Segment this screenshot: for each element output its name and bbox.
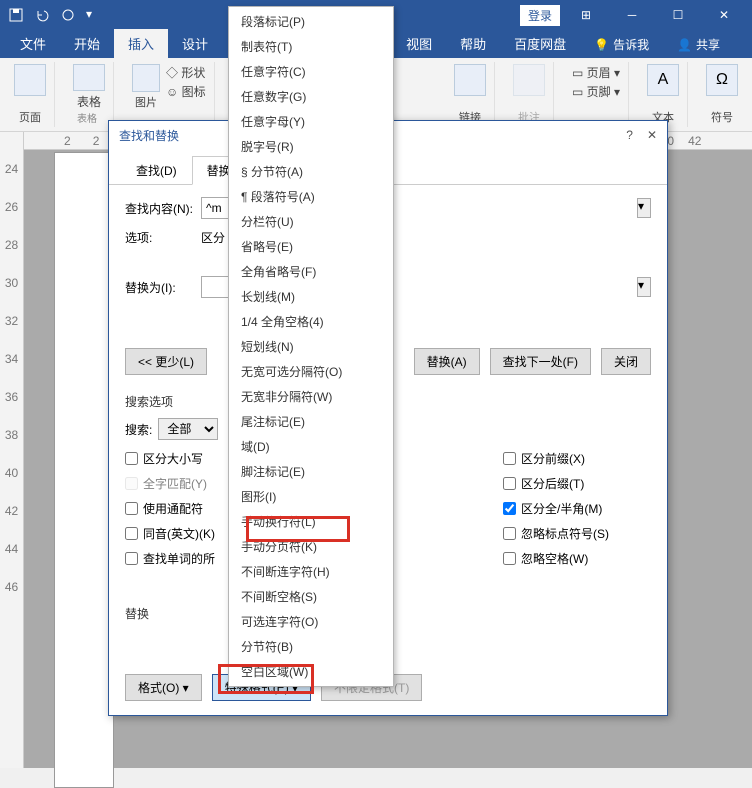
chk-ignore-punct[interactable]: 忽略标点符号(S) — [503, 525, 651, 542]
replace-with-label: 替换为(I): — [125, 279, 195, 296]
tab-tell-me[interactable]: 💡告诉我 — [580, 31, 663, 58]
tab-design[interactable]: 设计 — [168, 29, 222, 58]
menu-item-8[interactable]: 分栏符(U) — [229, 209, 393, 234]
bulb-icon: 💡 — [594, 38, 609, 52]
menu-item-23[interactable]: 不间断空格(S) — [229, 584, 393, 609]
redo-icon[interactable] — [60, 7, 76, 23]
menu-item-24[interactable]: 可选连字符(O) — [229, 609, 393, 634]
picture-icon[interactable] — [132, 64, 160, 92]
menu-item-1[interactable]: 制表符(T) — [229, 34, 393, 59]
document-page[interactable] — [54, 152, 114, 788]
format-button[interactable]: 格式(O) ▾ — [125, 674, 202, 701]
menu-item-15[interactable]: 无宽非分隔符(W) — [229, 384, 393, 409]
tab-share[interactable]: 👤共享 — [663, 31, 734, 58]
page-icon — [14, 64, 46, 96]
menu-item-2[interactable]: 任意字符(C) — [229, 59, 393, 84]
login-button[interactable]: 登录 — [520, 5, 560, 26]
options-label: 选项: — [125, 229, 195, 246]
vertical-ruler: 24262830 32343638 40424446 — [0, 132, 24, 768]
ribbon-options-icon[interactable]: ⊞ — [566, 1, 606, 29]
dialog-title: 查找和替换 — [119, 127, 179, 144]
minimize-icon[interactable]: ─ — [612, 1, 652, 29]
menu-item-17[interactable]: 域(D) — [229, 434, 393, 459]
tab-insert[interactable]: 插入 — [114, 29, 168, 58]
menu-item-5[interactable]: 脱字号(R) — [229, 134, 393, 159]
menu-item-13[interactable]: 短划线(N) — [229, 334, 393, 359]
ribbon-group-page[interactable]: 页面 — [6, 62, 55, 127]
link-icon — [454, 64, 486, 96]
close-icon[interactable]: ✕ — [704, 1, 744, 29]
menu-item-4[interactable]: 任意字母(Y) — [229, 109, 393, 134]
ribbon-group-headerfooter: ▭ 页眉 ▾ ▭ 页脚 ▾ — [564, 62, 629, 127]
ribbon-group-link[interactable]: 链接 — [446, 62, 495, 127]
dialog-help-icon[interactable]: ? — [626, 128, 633, 142]
ribbon-group-illust: 图片 ◇ 形状 ☺ 图标 — [124, 62, 215, 127]
ribbon-group-symbol[interactable]: Ω符号 — [698, 62, 746, 127]
menu-item-11[interactable]: 长划线(M) — [229, 284, 393, 309]
menu-item-10[interactable]: 全角省略号(F) — [229, 259, 393, 284]
text-icon: A — [647, 64, 679, 96]
menu-item-6[interactable]: § 分节符(A) — [229, 159, 393, 184]
menu-item-16[interactable]: 尾注标记(E) — [229, 409, 393, 434]
tab-file[interactable]: 文件 — [6, 29, 60, 58]
menu-item-12[interactable]: 1/4 全角空格(4) — [229, 309, 393, 334]
tab-help[interactable]: 帮助 — [446, 29, 500, 58]
find-dropdown-icon[interactable]: ▾ — [637, 198, 651, 218]
menu-item-7[interactable]: ¶ 段落符号(A) — [229, 184, 393, 209]
menu-item-26[interactable]: 空白区域(W) — [229, 659, 393, 684]
menu-item-22[interactable]: 不间断连字符(H) — [229, 559, 393, 584]
menu-item-14[interactable]: 无宽可选分隔符(O) — [229, 359, 393, 384]
menu-item-0[interactable]: 段落标记(P) — [229, 9, 393, 34]
ribbon-group-table[interactable]: 表格表格 — [65, 62, 114, 127]
special-format-menu: 段落标记(P)制表符(T)任意字符(C)任意数字(G)任意字母(Y)脱字号(R)… — [228, 6, 394, 687]
share-icon: 👤 — [677, 38, 692, 52]
less-button[interactable]: << 更少(L) — [125, 348, 207, 375]
menu-item-9[interactable]: 省略号(E) — [229, 234, 393, 259]
tab-home[interactable]: 开始 — [60, 29, 114, 58]
quick-access-toolbar: ▾ — [8, 7, 102, 23]
symbol-icon: Ω — [706, 64, 738, 96]
menu-item-25[interactable]: 分节符(B) — [229, 634, 393, 659]
undo-icon[interactable] — [34, 7, 50, 23]
table-icon — [73, 64, 105, 91]
shapes-button[interactable]: ◇ 形状 — [166, 64, 206, 81]
menu-item-3[interactable]: 任意数字(G) — [229, 84, 393, 109]
chk-prefix[interactable]: 区分前缀(X) — [503, 450, 651, 467]
close-button[interactable]: 关闭 — [601, 348, 651, 375]
ribbon-group-text[interactable]: A文本 — [639, 62, 688, 127]
menu-item-18[interactable]: 脚注标记(E) — [229, 459, 393, 484]
footer-button[interactable]: ▭ 页脚 ▾ — [572, 83, 620, 100]
menu-item-20[interactable]: 手动换行符(L) — [229, 509, 393, 534]
replace-all-button[interactable]: 替换(A) — [414, 348, 480, 375]
find-what-label: 查找内容(N): — [125, 200, 195, 217]
qat-icon[interactable]: ▾ — [86, 7, 102, 23]
find-next-button[interactable]: 查找下一处(F) — [490, 348, 591, 375]
tab-view[interactable]: 视图 — [392, 29, 446, 58]
ribbon-group-comment[interactable]: 批注 — [505, 62, 554, 127]
menu-item-19[interactable]: 图形(I) — [229, 484, 393, 509]
icons-button[interactable]: ☺ 图标 — [166, 83, 206, 100]
header-button[interactable]: ▭ 页眉 ▾ — [572, 64, 620, 81]
search-direction-select[interactable]: 全部 — [158, 418, 218, 440]
search-direction-label: 搜索: — [125, 421, 152, 438]
options-value: 区分 — [201, 229, 225, 246]
comment-icon — [513, 64, 545, 96]
save-icon[interactable] — [8, 7, 24, 23]
replace-dropdown-icon[interactable]: ▾ — [637, 277, 651, 297]
chk-suffix[interactable]: 区分后缀(T) — [503, 475, 651, 492]
tab-baidu[interactable]: 百度网盘 — [500, 29, 580, 58]
menu-item-21[interactable]: 手动分页符(K) — [229, 534, 393, 559]
dialog-tab-find[interactable]: 查找(D) — [121, 156, 192, 185]
maximize-icon[interactable]: ☐ — [658, 1, 698, 29]
chk-full-half[interactable]: 区分全/半角(M) — [503, 500, 651, 517]
dialog-close-icon[interactable]: ✕ — [647, 128, 657, 142]
chk-ignore-space[interactable]: 忽略空格(W) — [503, 550, 651, 567]
